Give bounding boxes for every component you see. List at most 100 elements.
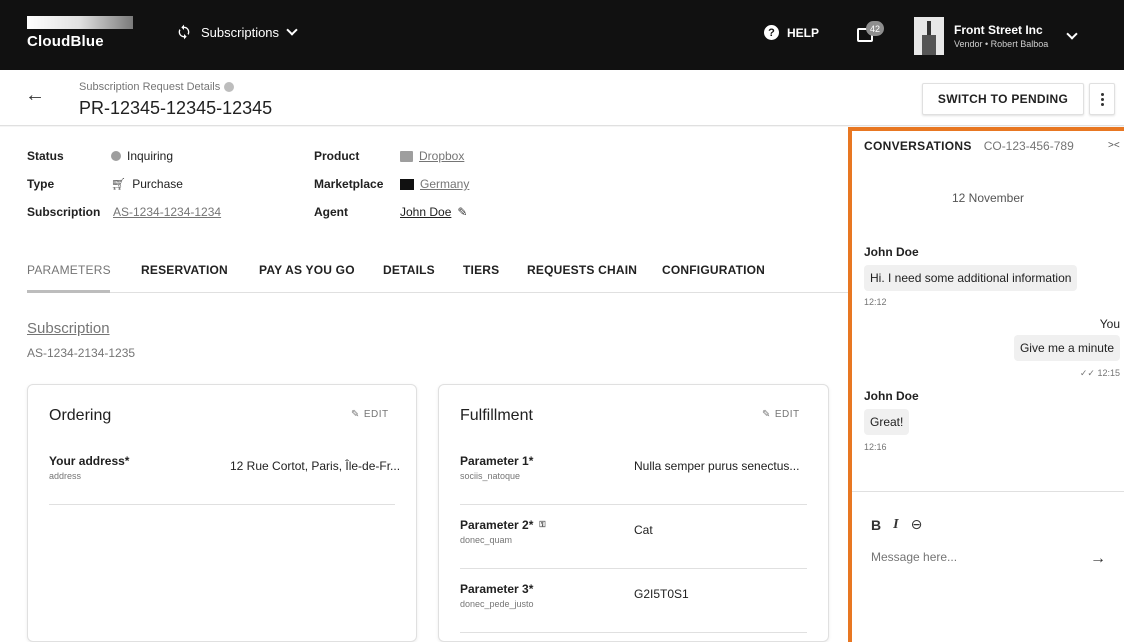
fulfillment-edit-label: EDIT — [774, 409, 800, 420]
account-menu[interactable]: Front Street Inc Vendor • Robert Balboa — [914, 17, 1078, 55]
info-icon[interactable] — [224, 82, 235, 92]
message-time: 12:16 — [864, 442, 887, 452]
tab-configuration[interactable]: CONFIGURATION — [662, 263, 765, 277]
conversations-title: CONVERSATIONS — [864, 139, 972, 153]
parameter-value: Nulla semper purus senectus... — [634, 459, 800, 473]
send-arrow-icon[interactable]: → — [1090, 550, 1106, 568]
ordering-title: Ordering — [49, 407, 112, 424]
logo-gradient-bar — [27, 16, 133, 29]
conversation-date: 12 November — [951, 191, 1025, 205]
tab-requests-chain[interactable]: REQUESTS CHAIN — [527, 263, 637, 277]
account-role: Vendor • Robert Balboa — [954, 39, 1049, 49]
pencil-icon: ✎ — [762, 409, 771, 420]
sync-icon — [178, 24, 190, 40]
account-name: Front Street Inc — [954, 23, 1043, 37]
tab-pay-as-you-go[interactable]: PAY AS YOU GO — [259, 263, 355, 277]
app-switcher[interactable]: Subscriptions — [176, 24, 298, 40]
flag-icon — [400, 178, 414, 190]
conversations-panel: CONVERSATIONS CO-123-456-789 >< 12 Novem… — [848, 127, 1124, 642]
bold-icon[interactable]: B — [871, 517, 881, 533]
fulfillment-edit-button[interactable]: ✎ EDIT — [762, 409, 800, 420]
message-bubble: Hi. I need some additional information — [864, 265, 1078, 291]
marketplace-row: Marketplace Germany — [314, 177, 469, 191]
parameter-key: donec_pede_justo — [460, 599, 534, 609]
parameter-key: sociis_natoque — [460, 471, 521, 481]
parameter-name: Parameter 2* ⚿ — [460, 518, 545, 532]
subscription-section-id: AS-1234-2134-1235 — [27, 346, 136, 360]
product-link[interactable]: Dropbox — [419, 149, 464, 163]
message-bubble: Great! — [864, 409, 910, 435]
type-label: Type — [27, 177, 55, 191]
link-icon[interactable]: ⊖ — [911, 516, 923, 533]
collapse-panel-icon[interactable]: >< — [1108, 140, 1120, 151]
pencil-icon[interactable]: ✎ — [457, 205, 467, 219]
message-author: You — [1099, 317, 1120, 331]
italic-icon[interactable]: I — [893, 517, 898, 533]
product-row: Product Dropbox — [314, 149, 464, 163]
page-header: ← Subscription Request Details PR-12345-… — [0, 70, 1124, 126]
page-subtitle-text: Subscription Request Details — [79, 81, 221, 93]
help-icon: ? — [764, 25, 779, 40]
conversations-header: CONVERSATIONS CO-123-456-789 — [864, 139, 1074, 153]
agent-label: Agent — [314, 205, 348, 219]
pencil-icon: ✎ — [351, 409, 360, 420]
subscription-label: Subscription — [27, 205, 101, 219]
parameter-row: Parameter 2* ⚿ donec_quam Cat — [460, 505, 807, 569]
cart-icon: 🛒︎ — [111, 177, 127, 191]
parameter-key: donec_quam — [460, 535, 513, 545]
agent-link[interactable]: John Doe — [400, 205, 451, 219]
marketplace-label: Marketplace — [314, 177, 384, 191]
tab-reservation[interactable]: RESERVATION — [141, 263, 228, 277]
app-switcher-label: Subscriptions — [201, 24, 280, 40]
account-avatar — [914, 17, 944, 55]
message-author: John Doe — [864, 389, 919, 403]
top-bar: CloudBlue Subscriptions ? HELP 42 Front … — [0, 0, 1124, 70]
status-value: Inquiring — [127, 149, 174, 163]
cloudblue-logo[interactable]: CloudBlue — [27, 14, 133, 60]
status-label: Status — [27, 149, 64, 163]
key-icon: ⚿ — [539, 520, 546, 529]
parameter-value: G2I5T0S1 — [634, 587, 689, 601]
tab-tiers[interactable]: TIERS — [463, 263, 499, 277]
ordering-card: Ordering ✎ EDIT Your address* address 12… — [27, 384, 417, 642]
tab-bar: PARAMETERS RESERVATION PAY AS YOU GO DET… — [27, 263, 848, 293]
type-value: Purchase — [132, 177, 183, 191]
notifications-button[interactable]: 42 — [857, 21, 884, 44]
back-arrow-icon[interactable]: ← — [25, 84, 45, 107]
help-button[interactable]: ? HELP — [764, 25, 819, 40]
message-input[interactable] — [871, 550, 1071, 564]
chevron-down-icon — [1066, 28, 1078, 40]
parameter-key: address — [49, 471, 82, 481]
fulfillment-card: Fulfillment ✎ EDIT Parameter 1* sociis_n… — [438, 384, 829, 642]
subscription-row: Subscription AS-1234-1234-1234 — [27, 205, 221, 219]
message-time: 12:12 — [864, 297, 887, 307]
status-row: Status Inquiring — [27, 149, 173, 163]
fulfillment-title: Fulfillment — [460, 407, 533, 424]
message-time: ✓✓ 12:15 — [1080, 368, 1120, 379]
tab-details[interactable]: DETAILS — [383, 263, 435, 277]
switch-to-pending-button[interactable]: SWITCH TO PENDING — [922, 83, 1084, 115]
page-title: PR-12345-12345-12345 — [79, 98, 273, 118]
more-options-icon[interactable] — [1089, 83, 1115, 115]
chevron-down-icon — [286, 24, 298, 36]
read-check-icon: ✓✓ — [1079, 368, 1098, 378]
subscription-section-link[interactable]: Subscription — [27, 320, 110, 337]
logo-text: CloudBlue — [27, 33, 104, 50]
parameter-name: Your address* — [49, 454, 130, 468]
ordering-edit-button[interactable]: ✎ EDIT — [351, 409, 389, 420]
marketplace-link[interactable]: Germany — [420, 177, 469, 191]
page-subtitle: Subscription Request Details — [79, 81, 235, 93]
dropbox-icon — [400, 150, 413, 162]
notification-badge: 42 — [866, 21, 884, 36]
tab-parameters[interactable]: PARAMETERS — [27, 263, 111, 277]
product-label: Product — [314, 149, 360, 163]
status-icon — [111, 151, 121, 161]
parameter-value: Cat — [634, 523, 653, 537]
active-tab-indicator — [27, 290, 110, 293]
subscription-link[interactable]: AS-1234-1234-1234 — [113, 205, 221, 219]
message-composer: B I ⊖ → — [852, 491, 1124, 642]
conversation-id: CO-123-456-789 — [983, 139, 1074, 153]
help-label: HELP — [787, 25, 820, 40]
parameter-row: Your address* address 12 Rue Cortot, Par… — [49, 441, 400, 505]
parameter-row: Parameter 3* donec_pede_justo G2I5T0S1 — [460, 569, 807, 633]
